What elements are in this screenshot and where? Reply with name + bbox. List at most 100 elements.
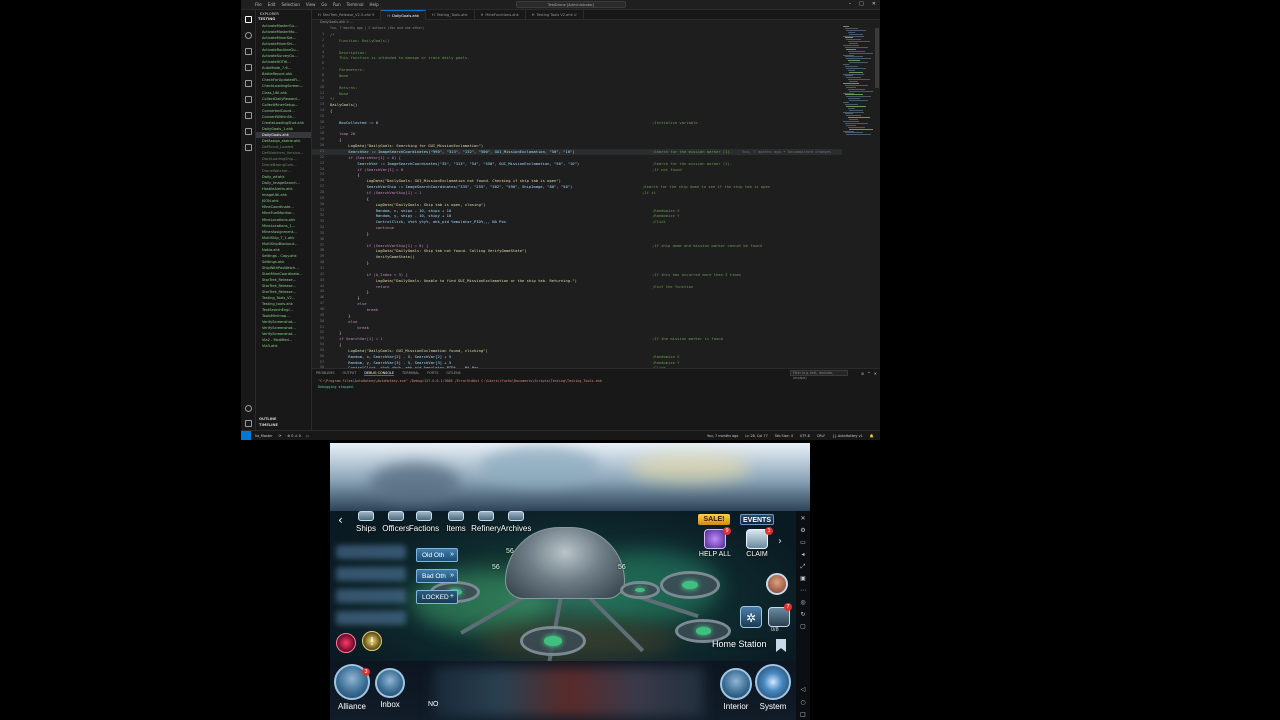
home-icon[interactable]: ○: [799, 699, 807, 707]
inbox-button[interactable]: Inbox: [368, 664, 412, 720]
run-debug-icon[interactable]: [245, 64, 252, 71]
branch-indicator[interactable]: ha_Master: [255, 434, 273, 438]
help-all-label: HELP ALL: [698, 551, 732, 558]
status-item[interactable]: {} AutoHotkey v1: [832, 434, 862, 438]
snowflake-icon[interactable]: ✲: [740, 606, 762, 628]
clear-console-icon[interactable]: ⊘: [861, 371, 864, 376]
ship-slot-button[interactable]: Bad Oth »: [416, 569, 458, 583]
menu-item[interactable]: Selection: [281, 2, 299, 7]
volume-icon[interactable]: ◂: [799, 551, 807, 559]
editor-tab[interactable]: H DailyGoals.ahk: [381, 10, 426, 20]
gear-icon[interactable]: [245, 420, 252, 427]
station-platform[interactable]: [660, 571, 720, 599]
status-item[interactable]: You, 7 months ago: [707, 434, 738, 438]
debug-icon[interactable]: ▷: [307, 434, 310, 438]
factions-icon: [416, 511, 432, 521]
nav-archives[interactable]: Archives: [498, 509, 534, 537]
location-icon[interactable]: ◎: [799, 599, 807, 607]
minimap[interactable]: [841, 26, 875, 146]
ship-slot-button[interactable]: Old Oth »: [416, 548, 458, 562]
menu-item[interactable]: Terminal: [347, 2, 364, 7]
menu-item[interactable]: View: [306, 2, 316, 7]
status-item[interactable]: CRLF: [817, 434, 826, 438]
minimize-icon[interactable]: –: [849, 1, 852, 7]
sale-button[interactable]: SALE!: [698, 514, 730, 525]
menu-item[interactable]: File: [255, 2, 262, 7]
status-item[interactable]: 🔔: [870, 434, 874, 438]
outline-section[interactable]: OUTLINE: [256, 417, 311, 421]
panel-tab[interactable]: PORTS: [427, 371, 438, 376]
close-panel-icon[interactable]: ✕: [874, 371, 877, 376]
maximize-icon[interactable]: □: [859, 1, 864, 7]
command-center[interactable]: TestDrone [Administrator]: [516, 1, 626, 8]
menu-item[interactable]: Edit: [268, 2, 276, 7]
menu-item[interactable]: Help: [370, 2, 379, 7]
editor-tab[interactable]: H MineFunctions.ahk: [475, 10, 526, 20]
station-platform[interactable]: [520, 626, 586, 656]
gitlens-icon[interactable]: [245, 128, 252, 135]
extensions-icon[interactable]: [245, 80, 252, 87]
status-item[interactable]: Tab Size: 4: [775, 434, 793, 438]
scrollbar-thumb[interactable]: [875, 28, 879, 88]
line-number: 16: [319, 119, 324, 124]
events-button[interactable]: EVENTS: [740, 514, 774, 525]
menu-item[interactable]: Run: [333, 2, 341, 7]
chevron-left-icon[interactable]: ‹: [338, 513, 343, 527]
folder-icon[interactable]: ▢: [799, 623, 807, 631]
rotate-icon[interactable]: ↻: [799, 611, 807, 619]
warning-orb-icon[interactable]: !: [362, 631, 382, 651]
settings-icon[interactable]: ⚙: [799, 527, 807, 535]
more-icon[interactable]: ⋯: [799, 587, 807, 595]
chevron-right-icon[interactable]: ›: [778, 536, 782, 547]
code-line: /*: [330, 32, 335, 37]
remote-explorer-icon[interactable]: [245, 96, 252, 103]
locked-slot-button[interactable]: LOCKED +: [416, 590, 458, 604]
status-item[interactable]: UTF-8: [800, 434, 810, 438]
line-number: 47: [319, 301, 324, 306]
fullscreen-icon[interactable]: ⤢: [799, 563, 807, 571]
panel-tab[interactable]: PROBLEMS: [316, 371, 335, 376]
screenshot-icon[interactable]: ▣: [799, 575, 807, 583]
source-control-icon[interactable]: [245, 48, 252, 55]
system-button[interactable]: System: [751, 664, 795, 720]
code-editor[interactable]: You, 7 months ago | 2 authors (You and o…: [312, 26, 842, 368]
sync-icon[interactable]: ⟳: [279, 434, 282, 438]
keyboard-icon[interactable]: ▭: [799, 539, 807, 547]
close-icon[interactable]: ✕: [872, 1, 876, 7]
file-name: DefScout_Loaded: [262, 144, 294, 149]
home-station-dome[interactable]: [505, 527, 625, 599]
timeline-section[interactable]: TIMELINE: [256, 423, 311, 427]
file-item[interactable]: Via3.ahk: [256, 343, 311, 349]
status-right-items: You, 7 months ago Ln 28, Col 77 Tab Size: …: [707, 434, 874, 438]
menu-item[interactable]: Go: [321, 2, 327, 7]
back-icon[interactable]: ◁: [799, 686, 807, 694]
alert-orb-icon[interactable]: [336, 633, 356, 653]
nav-factions[interactable]: Factions: [406, 509, 442, 537]
account-icon[interactable]: [245, 405, 252, 412]
search-icon[interactable]: [245, 32, 252, 39]
editor-tab[interactable]: H Testing_Tools.ahk: [426, 10, 475, 20]
game-window[interactable]: ‹ Ships Officers Factions Items Refinery…: [330, 443, 810, 720]
editor-tab[interactable]: H StarTrek_Release_V2.5.ahk 9: [312, 10, 382, 20]
avatar[interactable]: [766, 573, 788, 595]
editor-scrollbar[interactable]: [874, 26, 880, 368]
close-icon[interactable]: ✕: [799, 515, 807, 523]
vscode-window: File Edit Selection View Go Run Terminal Help T…: [241, 0, 880, 440]
panel-tab[interactable]: GITLENS: [446, 371, 460, 376]
panel-tab[interactable]: TERMINAL: [402, 371, 419, 376]
remote-indicator-icon[interactable]: [241, 431, 251, 440]
panel-tab[interactable]: OUTPUT: [343, 371, 357, 376]
testing-icon[interactable]: [245, 112, 252, 119]
editor-tab[interactable]: H Testing Tools V2.ahk U: [526, 10, 584, 20]
help-all-button[interactable]: HELP ALL 9: [697, 527, 733, 561]
panel-tab[interactable]: DEBUG CONSOLE: [364, 371, 395, 376]
maximize-panel-icon[interactable]: ^: [867, 371, 870, 376]
status-item[interactable]: Ln 28, Col 77: [745, 434, 767, 438]
claim-button[interactable]: CLAIM 1: [739, 527, 775, 561]
explorer-icon[interactable]: [245, 16, 252, 23]
console-filter-input[interactable]: Filter (e.g. text, !exclude, \escape): [790, 370, 848, 380]
recents-icon[interactable]: □: [799, 711, 807, 719]
problems-indicator[interactable]: ⊗ 0 ⚠ 0: [287, 434, 300, 438]
timeline-icon[interactable]: [245, 144, 252, 151]
station-platform[interactable]: [620, 581, 660, 599]
